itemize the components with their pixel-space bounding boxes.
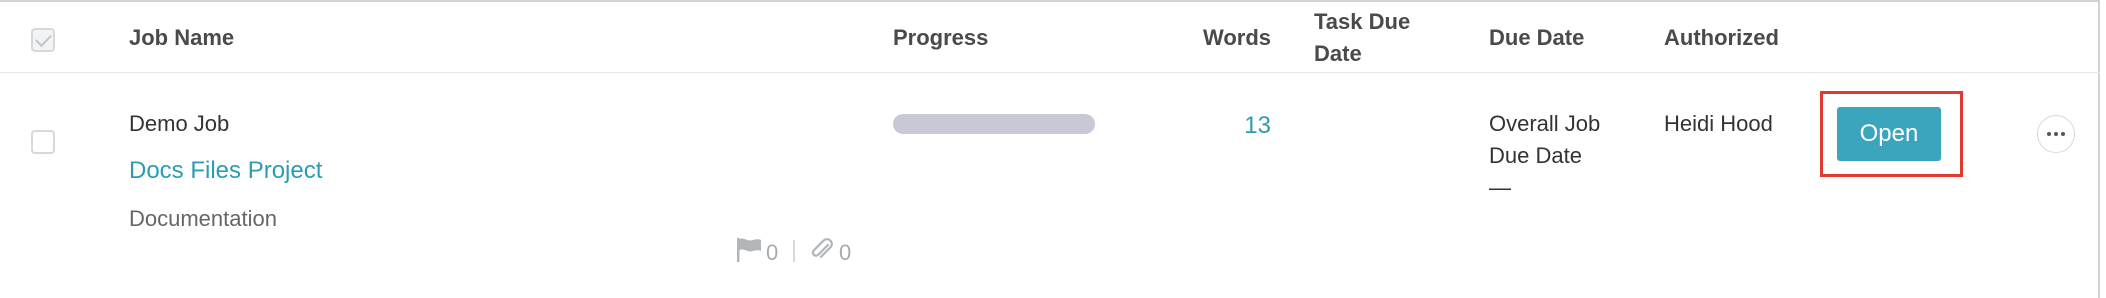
open-button[interactable]: Open [1837, 107, 1941, 161]
word-count-link[interactable]: 13 [1150, 110, 1271, 142]
job-type: Documentation [129, 206, 277, 231]
meta-divider [793, 240, 795, 262]
more-actions-button[interactable] [2037, 115, 2075, 153]
header-words[interactable]: Words [1150, 22, 1271, 54]
row-checkbox[interactable] [31, 130, 55, 154]
header-due-date[interactable]: Due Date [1489, 22, 1584, 54]
job-name: Demo Job [129, 111, 230, 136]
header-authorized[interactable]: Authorized [1664, 22, 1779, 54]
progress-bar [893, 114, 1095, 134]
project-link[interactable]: Docs Files Project [129, 155, 322, 187]
due-date-line1: Overall Job [1489, 111, 1601, 136]
header-job-name[interactable]: Job Name [129, 22, 234, 54]
flags-indicator[interactable]: 0 [735, 236, 778, 264]
table-header: Job Name Progress Words Task Due Date Du… [0, 2, 2100, 73]
jobs-table: Job Name Progress Words Task Due Date Du… [0, 0, 2100, 298]
due-date-line2: Due Date [1489, 143, 1582, 168]
attachments-indicator[interactable]: 0 [808, 236, 851, 264]
flags-count: 0 [766, 240, 779, 265]
select-all-checkbox[interactable] [31, 28, 55, 52]
due-date: Overall Job Due Date — [1489, 108, 1600, 204]
more-horizontal-icon [2038, 116, 2074, 152]
authorized-by: Heidi Hood [1664, 111, 1773, 136]
due-date-value: — [1489, 175, 1511, 200]
checkmark-icon [35, 30, 52, 47]
flag-icon [737, 238, 761, 262]
attachments-count: 0 [839, 240, 852, 265]
paperclip-icon [811, 238, 833, 258]
header-task-due-date[interactable]: Task Due Date [1314, 6, 1410, 70]
header-task-due-date-line1: Task Due [1314, 9, 1411, 34]
header-progress[interactable]: Progress [893, 22, 988, 54]
header-task-due-date-line2: Date [1314, 41, 1362, 66]
